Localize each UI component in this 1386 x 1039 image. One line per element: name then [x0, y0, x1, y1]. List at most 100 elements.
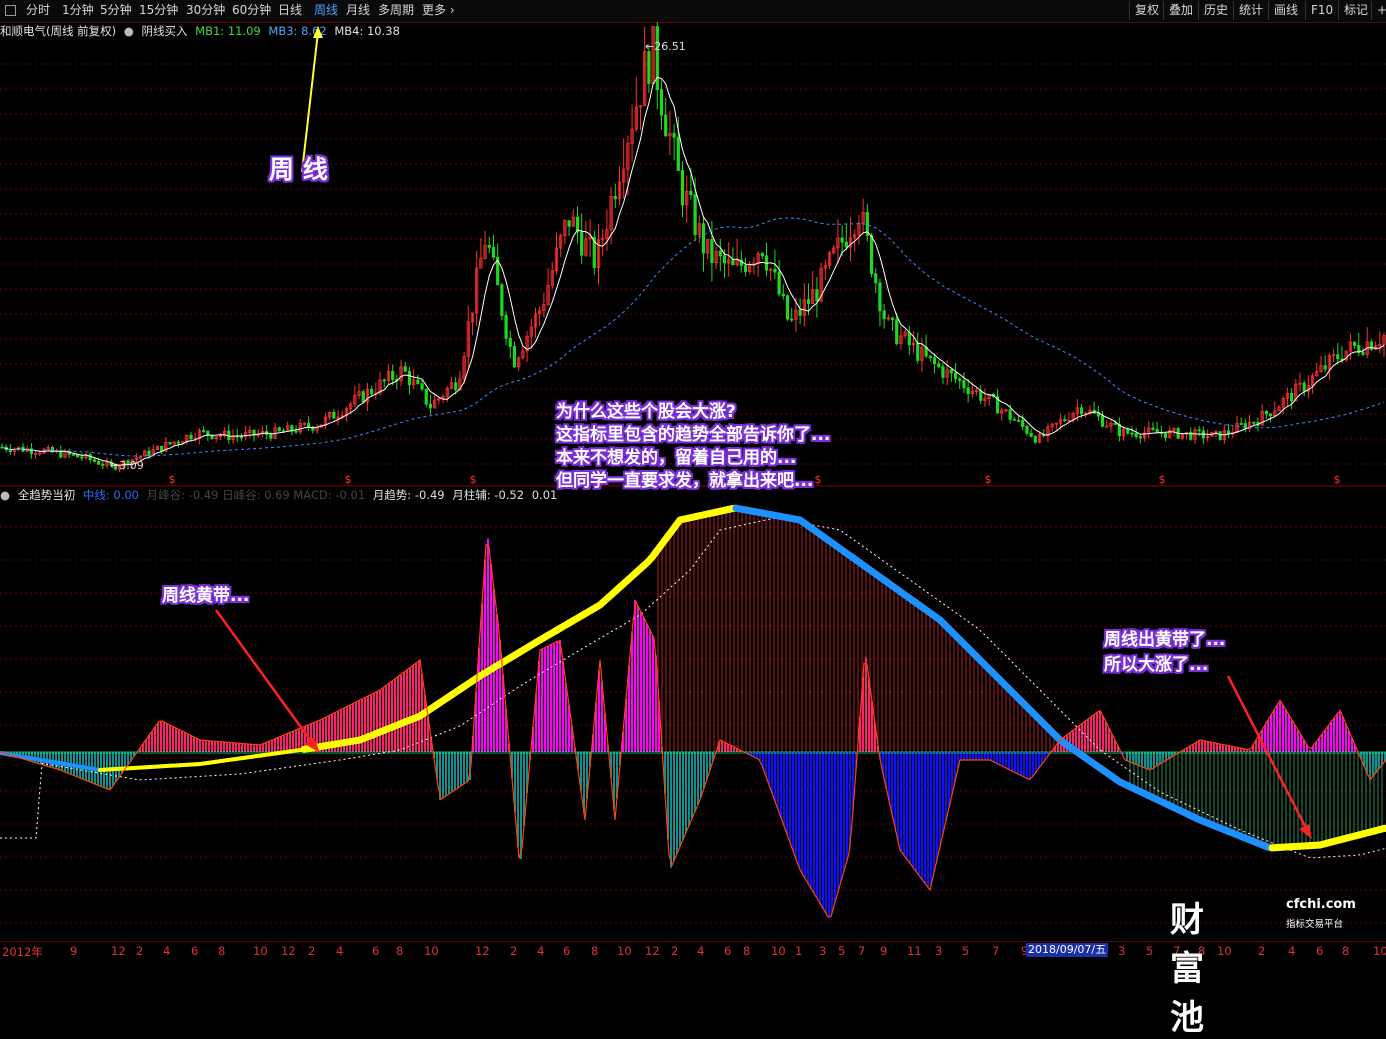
- candle-body: [454, 383, 456, 390]
- toolbar-button[interactable]: 统计: [1233, 1, 1263, 20]
- callout-question-line: 为什么这些个股会大涨?: [556, 401, 830, 424]
- axis-tick: 1: [795, 944, 802, 958]
- candle-body: [799, 310, 801, 315]
- axis-tick: 5: [962, 944, 969, 958]
- candle-body: [841, 238, 843, 242]
- candle-body: [791, 319, 793, 320]
- candle-body: [97, 461, 99, 464]
- candle-body: [1324, 366, 1326, 370]
- candle-body: [270, 434, 272, 438]
- candle-body: [417, 380, 419, 384]
- candle-body: [81, 457, 83, 458]
- candle-body: [807, 300, 809, 304]
- period-tab[interactable]: 更多 ›: [422, 2, 455, 19]
- candle-body: [404, 367, 406, 372]
- candle-body: [744, 266, 746, 272]
- candle-body: [677, 137, 679, 170]
- period-tab[interactable]: 1分钟: [62, 2, 94, 19]
- period-tab[interactable]: 多周期: [378, 2, 414, 19]
- event-marker: $: [169, 473, 176, 486]
- axis-tick: 4: [1288, 944, 1295, 958]
- candle-body: [408, 371, 410, 385]
- candle-body: [870, 236, 872, 274]
- candle-body: [1114, 423, 1116, 424]
- event-marker: $: [1334, 473, 1341, 486]
- candle-body: [362, 392, 364, 402]
- toolbar-button[interactable]: 叠加: [1163, 1, 1193, 20]
- candle-body: [711, 239, 713, 262]
- candle-body: [160, 446, 162, 451]
- window-icon[interactable]: [5, 5, 16, 16]
- period-tab[interactable]: 日线: [278, 2, 302, 19]
- axis-tick: 3: [935, 944, 942, 958]
- candle-body: [1022, 420, 1024, 426]
- axis-tick: 6: [372, 944, 379, 958]
- candle-body: [1013, 419, 1015, 420]
- candle-body: [1017, 420, 1019, 421]
- axis-tick: 7: [992, 944, 999, 958]
- candle-body: [89, 455, 91, 460]
- period-tab[interactable]: 15分钟: [139, 2, 178, 19]
- toolbar-button[interactable]: 复权: [1129, 1, 1159, 20]
- axis-tick: 4: [537, 944, 544, 958]
- candle-body: [580, 232, 582, 255]
- candle-body: [690, 191, 692, 194]
- axis-tick: 9: [70, 944, 77, 958]
- candle-body: [702, 224, 704, 254]
- candle-body: [568, 221, 570, 227]
- logo-domain: cfchi.com: [1286, 897, 1356, 912]
- axis-tick: 2012年: [2, 944, 43, 960]
- logo-name: 财富池: [1170, 892, 1203, 1039]
- candle-body: [732, 260, 734, 265]
- candle-body: [1290, 393, 1292, 401]
- period-tab[interactable]: 30分钟: [186, 2, 225, 19]
- candle-body: [959, 379, 961, 381]
- candle-body: [1101, 416, 1103, 426]
- candle-body: [190, 435, 192, 439]
- toolbar-button[interactable]: 标记: [1338, 1, 1368, 20]
- axis-tick: 3: [819, 944, 826, 958]
- candle-body: [370, 389, 372, 393]
- axis-tick: 10: [771, 944, 786, 958]
- candle-body: [513, 346, 515, 366]
- toolbar-button[interactable]: 画线: [1268, 1, 1298, 20]
- candle-body: [1030, 433, 1032, 436]
- candle-body: [488, 245, 490, 247]
- axis-tick: 12: [475, 944, 490, 958]
- candle-body: [1164, 433, 1166, 437]
- callout-question-line: 但同学一直要求发，就拿出来吧...: [556, 470, 830, 493]
- axis-tick: 10: [1373, 944, 1386, 958]
- candle-body: [656, 27, 658, 90]
- candle-body: [307, 423, 309, 427]
- axis-tick: 4: [336, 944, 343, 958]
- candle-body: [1127, 429, 1129, 433]
- axis-tick: 8: [591, 944, 598, 958]
- axis-tick: 12: [645, 944, 660, 958]
- axis-tick: 2: [136, 944, 143, 958]
- axis-tick: 2: [1258, 944, 1265, 958]
- period-tab[interactable]: 周线: [314, 2, 338, 19]
- toolbar-button[interactable]: +自: [1371, 1, 1386, 20]
- candle-body: [240, 437, 242, 438]
- candle-body: [1152, 428, 1154, 429]
- candle-body: [1198, 430, 1200, 431]
- period-tab[interactable]: 60分钟: [232, 2, 271, 19]
- event-marker: $: [1159, 473, 1166, 486]
- candle-body: [169, 443, 171, 444]
- axis-tick: 11: [907, 944, 922, 958]
- period-tab[interactable]: 分时: [26, 2, 50, 19]
- toolbar-button[interactable]: F10: [1305, 1, 1333, 20]
- candle-body: [917, 343, 919, 360]
- candle-body: [1026, 426, 1028, 433]
- candle-body: [614, 196, 616, 198]
- toolbar-button[interactable]: 历史: [1198, 1, 1228, 20]
- period-tab[interactable]: 月线: [346, 2, 370, 19]
- candle-body: [816, 290, 818, 301]
- candle-body: [967, 388, 969, 394]
- candle-body: [782, 294, 784, 296]
- candle-body: [1139, 437, 1141, 438]
- period-tab[interactable]: 5分钟: [100, 2, 132, 19]
- callout-yellow-band: 周线黄带...: [162, 581, 249, 606]
- candle-body: [908, 332, 910, 345]
- candle-body: [1269, 414, 1271, 416]
